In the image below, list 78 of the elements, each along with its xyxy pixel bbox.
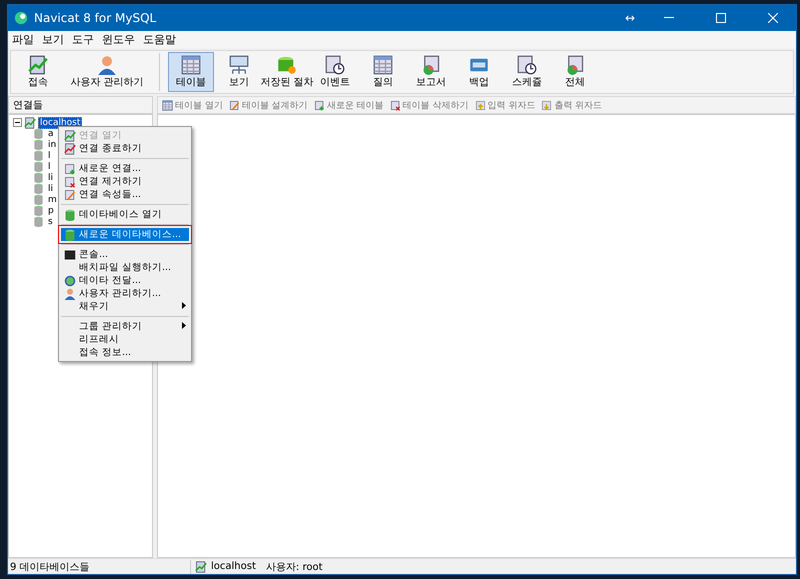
event-icon — [323, 55, 347, 75]
menu-item[interactable]: 도움말 — [143, 32, 176, 47]
import-icon — [474, 100, 486, 110]
connect-icon — [64, 130, 76, 142]
view-icon — [227, 55, 251, 75]
collapse-icon — [13, 118, 22, 127]
menu-item[interactable]: 데이타 전달... — [61, 274, 189, 287]
window-title: Navicat 8 for MySQL — [34, 11, 158, 25]
tree-node[interactable]: li — [46, 172, 56, 184]
submenu-arrow-icon — [182, 302, 186, 309]
tree-node[interactable]: p — [46, 204, 56, 216]
status-text: 9 데이타베이스들 — [9, 560, 91, 574]
toolbar-button[interactable]: 스케쥴 — [504, 52, 550, 92]
object-toolbar-button[interactable]: 테이블 열기 — [162, 98, 223, 112]
tree-node[interactable]: li — [46, 182, 56, 194]
toolbar-button[interactable]: 질의 — [360, 52, 406, 92]
resize-cursor: ↔ — [624, 10, 636, 27]
menu-item[interactable]: 채우기 — [61, 300, 189, 313]
menu-item[interactable]: 사용자 관리하기... — [61, 287, 189, 300]
menu-item[interactable]: 접속 정보... — [61, 346, 189, 359]
menu-item[interactable]: 콘솔... — [61, 248, 189, 261]
delete-icon — [390, 100, 401, 110]
close-button[interactable] — [768, 13, 778, 23]
new-db-icon — [64, 228, 76, 240]
tree-node[interactable]: l — [46, 150, 53, 162]
toolbar-button[interactable]: 사용자 관리하기 — [63, 52, 151, 92]
object-toolbar-button[interactable]: 입력 위자드 — [474, 98, 536, 112]
toolbar-button[interactable]: 백업 — [456, 52, 502, 92]
menu-item[interactable]: 새로운 연결... — [61, 162, 189, 175]
menu-item[interactable]: 배치파일 실행하기... — [61, 261, 189, 274]
menu-item[interactable]: 연결 속성들... — [61, 188, 189, 201]
menu-item[interactable]: 도구 — [72, 32, 94, 47]
toolbar-button[interactable]: 보기 — [216, 52, 262, 92]
menu-item[interactable]: 보기 — [42, 32, 64, 47]
design-icon — [228, 100, 240, 110]
menu-item[interactable]: 새로운 데이타베이스... — [61, 228, 189, 241]
schedule-icon — [515, 55, 539, 75]
maximize-button[interactable] — [716, 13, 726, 23]
minimize-button[interactable] — [664, 17, 674, 19]
connection-icon — [195, 560, 207, 572]
status-text: localhost — [211, 561, 256, 572]
menu-item[interactable]: 연결 제거하기 — [61, 175, 189, 188]
props-icon — [64, 188, 76, 200]
db-icon — [64, 208, 76, 220]
tree-node[interactable]: m — [46, 194, 59, 206]
tree-node[interactable]: a — [46, 128, 56, 140]
menu-item[interactable]: 파일 — [12, 32, 34, 47]
export-icon — [541, 100, 552, 110]
menu-item[interactable]: 데이타베이스 열기 — [61, 208, 189, 221]
toolbar-button[interactable]: 이벤트 — [312, 52, 358, 92]
panel-header: 연결들 — [8, 96, 153, 114]
object-toolbar-button[interactable]: 출력 위자드 — [541, 98, 602, 112]
app-logo-icon — [14, 11, 28, 25]
delete-conn-icon — [64, 176, 76, 188]
new-icon — [314, 100, 325, 110]
new-conn-icon — [64, 162, 76, 174]
tree-node[interactable]: localhost — [38, 116, 82, 128]
user-icon — [64, 288, 76, 300]
toolbar-button[interactable]: 테이블 — [168, 52, 214, 92]
connect-icon — [26, 55, 50, 75]
toolbar-button[interactable]: 접속 — [15, 52, 61, 92]
submenu-arrow-icon — [182, 322, 186, 329]
menu-item[interactable]: 윈도우 — [102, 32, 135, 47]
object-toolbar-button[interactable]: 테이블 설계하기 — [228, 98, 308, 112]
toolbar-button[interactable]: 보고서 — [408, 52, 454, 92]
table-icon — [179, 55, 203, 75]
menu-item[interactable]: 리프레시 — [61, 333, 189, 346]
tree-node[interactable]: l — [46, 160, 53, 172]
tree-node[interactable]: in — [46, 138, 58, 150]
tree-node[interactable]: s — [46, 216, 55, 228]
status-text: 사용자: root — [266, 560, 322, 574]
menu-item[interactable]: 연결 종료하기 — [61, 142, 189, 155]
object-toolbar-button[interactable]: 새로운 테이블 — [314, 98, 384, 112]
menu-item[interactable]: 그룹 관리하기 — [61, 320, 189, 333]
connection-icon — [24, 116, 36, 128]
object-toolbar-button[interactable]: 테이블 삭제하기 — [390, 98, 468, 112]
toolbar-button[interactable]: 전체 — [552, 52, 598, 92]
console-icon — [64, 248, 76, 260]
